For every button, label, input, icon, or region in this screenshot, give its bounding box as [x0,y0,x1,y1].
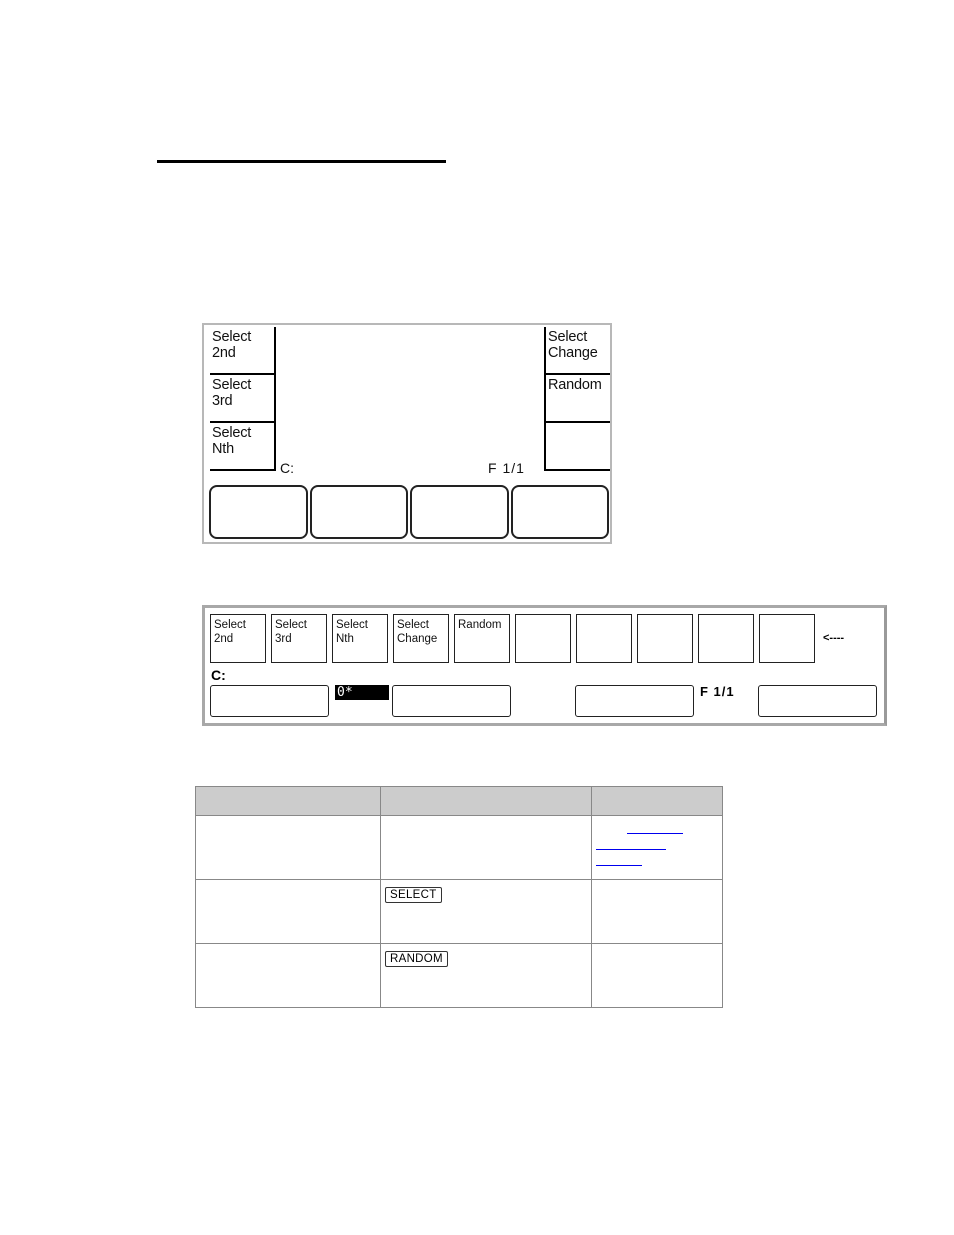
softkey-select-3rd[interactable]: Select 3rd [271,614,327,663]
table-cell [195,943,381,1008]
left-softkey-column: Select 2nd Select 3rd Select Nth [210,327,276,471]
softkey-random[interactable]: Random [454,614,510,663]
random-key-icon: RANDOM [385,951,448,967]
softkey-blank[interactable] [544,423,610,471]
reference-table: SELECT RANDOM [195,786,723,1008]
table-cell [380,815,592,880]
table-header-row [195,786,723,816]
softkey-select-2nd[interactable]: Select 2nd [210,327,276,375]
select-key-icon: SELECT [385,887,442,903]
softkey-select-2nd[interactable]: Select 2nd [210,614,266,663]
softkey-label: Select [212,377,252,393]
bottom-field-2[interactable] [392,685,511,717]
hyperlink[interactable] [596,849,666,850]
softkey-blank-10[interactable] [759,614,815,663]
softkey-label: Select [548,329,588,345]
softkey-select-3rd[interactable]: Select 3rd [210,375,276,423]
softkey-select-nth[interactable]: Select Nth [332,614,388,663]
bottom-button-4[interactable] [510,485,609,539]
softkey-label: 2nd [214,633,234,645]
softkey-label: Select [336,619,368,631]
softkey-blank-6[interactable] [515,614,571,663]
bottom-button-2[interactable] [309,485,408,539]
right-softkey-column: Select Change Random [544,327,610,471]
softkey-label: Select [214,619,246,631]
arrow-pointer: <---- [823,632,845,644]
header-cell [380,786,592,816]
softkey-blank-8[interactable] [637,614,693,663]
table-cell: RANDOM [380,943,592,1008]
softkey-select-nth[interactable]: Select Nth [210,423,276,471]
hyperlink[interactable] [596,865,642,866]
highlighted-value: 0* [335,685,389,700]
softkey-row: Select 2nd Select 3rd Select Nth Select … [210,614,815,663]
softkey-label: Select [397,619,429,631]
page-indicator: F 1/1 [700,684,735,699]
header-cell [591,786,723,816]
table-row: RANDOM [195,943,723,1008]
table-cell [591,943,723,1008]
softkey-label: 2nd [212,345,236,361]
softkey-label: Select [212,425,252,441]
bottom-button-3[interactable] [410,485,509,539]
softkey-select-change[interactable]: Select Change [544,327,610,375]
bottom-button-1[interactable] [209,485,308,539]
softkey-label: Random [458,619,502,631]
softkey-label: Nth [336,633,354,645]
softkey-label: Select [212,329,252,345]
touchscreen-display-2: Select 2nd Select 3rd Select Nth Select … [202,605,887,726]
table-cell [195,879,381,944]
table-row [195,815,723,880]
table-cell [591,879,723,944]
softkey-label: Nth [212,441,234,457]
link-cell [591,815,723,880]
softkey-label: Random [548,377,602,393]
header-cell [195,786,381,816]
table-row: SELECT [195,879,723,944]
softkey-label: Change [397,633,438,645]
bottom-field-1[interactable] [210,685,329,717]
softkey-blank-9[interactable] [698,614,754,663]
command-line-label: C: [211,667,226,683]
touchscreen-display-1: Select 2nd Select 3rd Select Nth Select … [202,323,612,544]
softkey-label: Select [275,619,307,631]
softkey-label: 3rd [212,393,233,409]
bottom-field-4[interactable] [758,685,877,717]
table-cell [195,815,381,880]
softkey-select-change[interactable]: Select Change [393,614,449,663]
page-indicator: F 1/1 [488,460,525,476]
hyperlink[interactable] [627,833,683,834]
table-cell: SELECT [380,879,592,944]
softkey-random[interactable]: Random [544,375,610,423]
softkey-label: 3rd [275,633,292,645]
softkey-blank-7[interactable] [576,614,632,663]
title-underline [157,160,446,163]
bottom-button-row [209,485,609,539]
softkey-label: Change [548,345,598,361]
bottom-field-3[interactable] [575,685,694,717]
command-line-label: C: [280,460,294,476]
